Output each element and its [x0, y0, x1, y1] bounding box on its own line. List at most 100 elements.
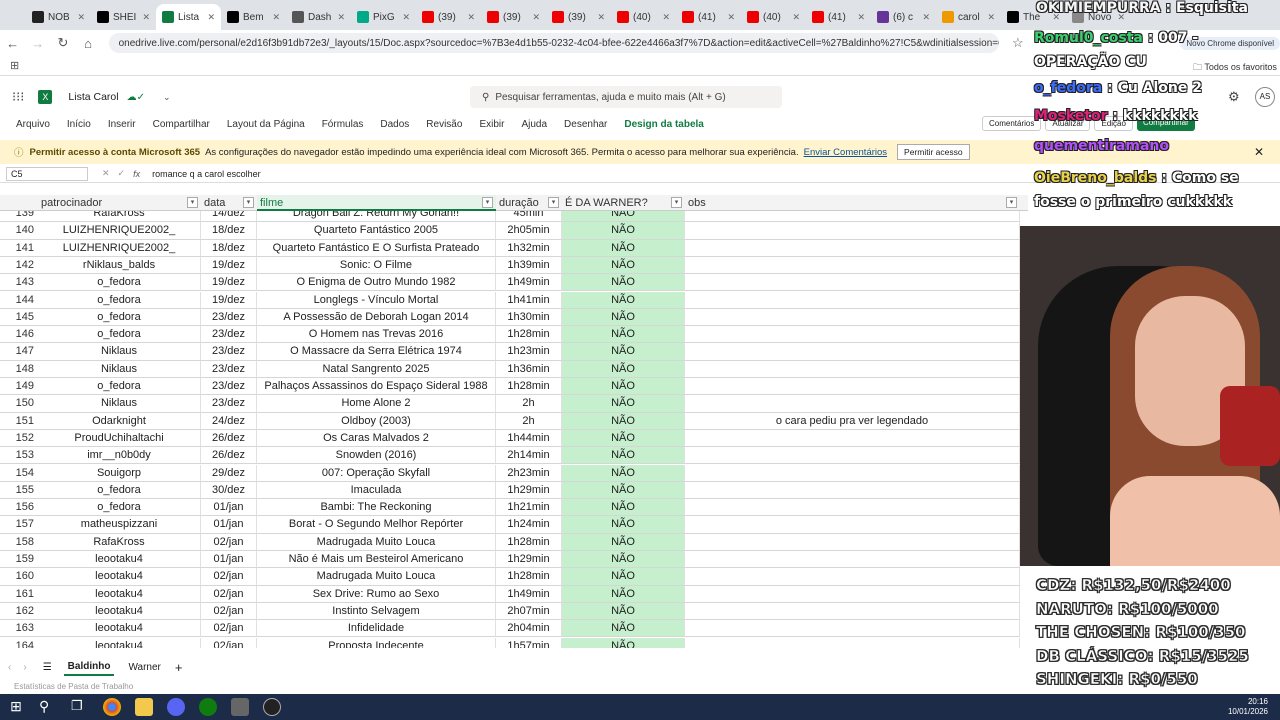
ribbon-tab[interactable]: Exibir [479, 119, 504, 130]
allow-access-button[interactable]: Permitir acesso [897, 144, 970, 160]
table-cell[interactable]: 23/dez [201, 378, 257, 396]
browser-tab[interactable]: NOB ✕ [26, 4, 91, 30]
filter-dropdown-icon[interactable]: ▾ [671, 197, 682, 208]
table-cell[interactable] [685, 378, 1020, 396]
table-cell[interactable]: o_fedora [38, 274, 201, 292]
table-cell[interactable]: 02/jan [201, 533, 257, 551]
table-cell[interactable]: 26/dez [201, 447, 257, 465]
table-cell[interactable]: Niklaus [38, 360, 201, 378]
browser-tab[interactable]: (6) c ✕ [871, 4, 936, 30]
table-cell[interactable] [685, 308, 1020, 327]
table-cell[interactable]: leootaku4 [38, 551, 201, 569]
tab-close-icon[interactable]: ✕ [922, 12, 930, 23]
table-cell[interactable]: NÃO [562, 499, 685, 517]
table-cell[interactable]: NÃO [562, 308, 685, 327]
table-cell[interactable]: 1h29min [496, 551, 562, 569]
table-cell[interactable]: 02/jan [201, 620, 257, 638]
table-cell[interactable]: 1h36min [496, 360, 562, 378]
search-box[interactable]: ⚲ Pesquisar ferramentas, ajuda e muito m… [470, 86, 782, 108]
table-cell[interactable]: Os Caras Malvados 2 [257, 429, 496, 448]
scroll-left-icon[interactable]: ‹ [8, 662, 11, 673]
table-cell[interactable]: NÃO [562, 481, 685, 500]
table-cell[interactable]: 1h21min [496, 499, 562, 517]
table-cell[interactable]: 01/jan [201, 499, 257, 517]
table-cell[interactable]: LUIZHENRIQUE2002_ [38, 239, 201, 257]
table-cell[interactable] [685, 447, 1020, 465]
discord-icon[interactable] [167, 698, 185, 716]
table-cell[interactable] [685, 291, 1020, 309]
name-box[interactable]: C5 [6, 166, 88, 181]
table-cell[interactable]: 2h05min [496, 222, 562, 240]
table-cell[interactable]: o_fedora [38, 308, 201, 327]
table-cell[interactable]: 19/dez [201, 291, 257, 309]
column-header[interactable]: filme ▾ [257, 195, 496, 211]
table-cell[interactable]: Infidelidade [257, 620, 496, 638]
browser-tab[interactable]: Dash ✕ [286, 4, 351, 30]
tab-close-icon[interactable]: ✕ [402, 12, 410, 23]
column-header[interactable]: É DA WARNER? ▾ [562, 195, 685, 211]
forward-icon[interactable]: → [25, 36, 50, 51]
table-cell[interactable]: NÃO [562, 378, 685, 396]
table-cell[interactable]: leootaku4 [38, 568, 201, 586]
column-header[interactable]: obs ▾ [685, 195, 1020, 211]
table-cell[interactable]: 14/dez [201, 211, 257, 223]
column-header[interactable]: duração ▾ [496, 195, 562, 211]
table-cell[interactable]: o_fedora [38, 291, 201, 309]
tab-close-icon[interactable]: ✕ [337, 12, 345, 23]
ribbon-tab[interactable]: Desenhar [564, 119, 607, 130]
workbook-stats-label[interactable]: Estatísticas de Pasta de Trabalho [14, 682, 133, 691]
table-cell[interactable]: o_fedora [38, 378, 201, 396]
table-cell[interactable]: 1h24min [496, 516, 562, 534]
app-launcher-icon[interactable]: ⁝⁝⁝ [12, 89, 24, 105]
file-explorer-icon[interactable] [135, 698, 153, 716]
table-cell[interactable]: 23/dez [201, 308, 257, 327]
table-cell[interactable]: O Homem nas Trevas 2016 [257, 326, 496, 344]
table-cell[interactable]: o_fedora [38, 499, 201, 517]
back-icon[interactable]: ← [0, 36, 25, 51]
table-cell[interactable] [685, 585, 1020, 603]
doc-title[interactable]: Lista Carol [68, 91, 118, 103]
table-cell[interactable]: 02/jan [201, 568, 257, 586]
table-cell[interactable]: rNiklaus_balds [38, 256, 201, 275]
table-cell[interactable]: Madrugada Muito Louca [257, 533, 496, 551]
table-cell[interactable]: O Massacre da Serra Elétrica 1974 [257, 343, 496, 361]
scroll-right-icon[interactable]: › [23, 662, 26, 673]
table-cell[interactable] [685, 222, 1020, 240]
sheet-tab-warner[interactable]: Warner [124, 660, 164, 675]
tab-close-icon[interactable]: ✕ [142, 12, 150, 23]
table-cell[interactable]: RafaKross [38, 211, 201, 223]
table-cell[interactable]: 1h23min [496, 343, 562, 361]
table-cell[interactable]: 45min [496, 211, 562, 223]
table-cell[interactable]: 01/jan [201, 516, 257, 534]
browser-tab[interactable]: (39) ✕ [481, 4, 546, 30]
ribbon-tab[interactable]: Revisão [426, 119, 462, 130]
tab-close-icon[interactable]: ✕ [662, 12, 670, 23]
table-cell[interactable]: 19/dez [201, 256, 257, 275]
table-cell[interactable]: 1h28min [496, 533, 562, 551]
table-cell[interactable]: Proposta Indecente [257, 637, 496, 648]
table-cell[interactable]: NÃO [562, 620, 685, 638]
tab-close-icon[interactable]: ✕ [597, 12, 605, 23]
table-cell[interactable]: o cara pediu pra ver legendado [685, 412, 1020, 430]
table-cell[interactable]: A Possessão de Deborah Logan 2014 [257, 308, 496, 327]
browser-tab[interactable]: (40) ✕ [741, 4, 806, 30]
task-view-icon[interactable]: ❐ [71, 698, 89, 716]
browser-tab[interactable]: (40) ✕ [611, 4, 676, 30]
browser-tab[interactable]: SHEI ✕ [91, 4, 156, 30]
table-cell[interactable]: NÃO [562, 637, 685, 648]
table-cell[interactable] [685, 395, 1020, 413]
table-cell[interactable]: 02/jan [201, 602, 257, 621]
filter-dropdown-icon[interactable]: ▾ [1006, 197, 1017, 208]
filter-dropdown-icon[interactable]: ▾ [243, 197, 254, 208]
table-cell[interactable]: O Enigma de Outro Mundo 1982 [257, 274, 496, 292]
ribbon-tab[interactable]: Ajuda [521, 119, 547, 130]
tab-close-icon[interactable]: ✕ [207, 12, 215, 23]
formula-input[interactable]: romance q a carol escolher [152, 169, 261, 179]
table-cell[interactable] [685, 533, 1020, 551]
table-cell[interactable]: NÃO [562, 360, 685, 378]
tab-close-icon[interactable]: ✕ [857, 12, 865, 23]
table-cell[interactable]: 24/dez [201, 412, 257, 430]
fx-icon[interactable]: fx [133, 169, 140, 179]
browser-tab[interactable]: (41) ✕ [806, 4, 871, 30]
table-cell[interactable]: Quarteto Fantástico 2005 [257, 222, 496, 240]
